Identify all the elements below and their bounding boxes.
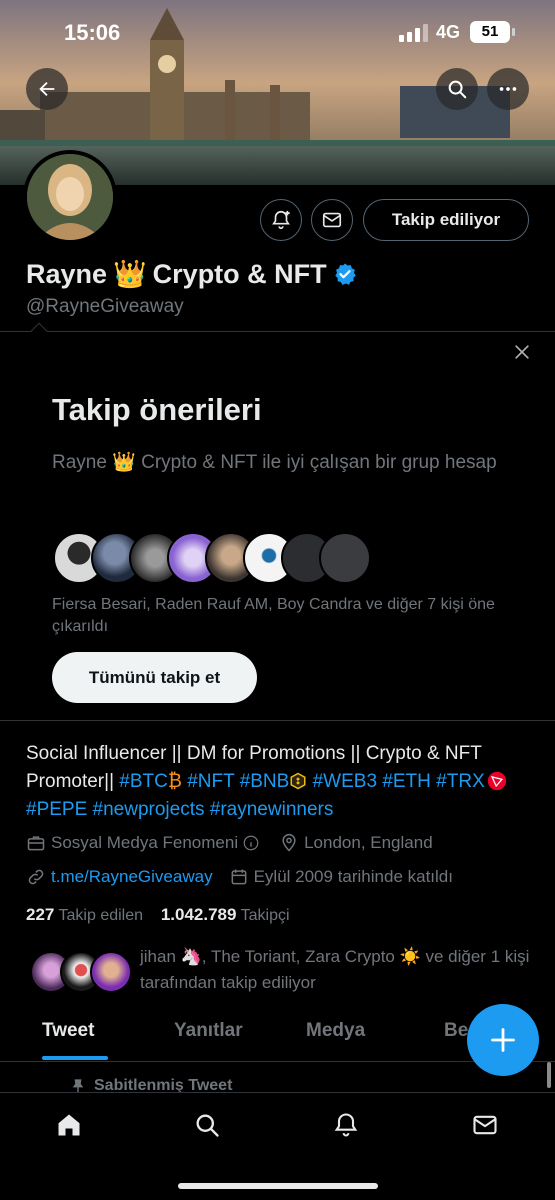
follow-all-button[interactable]: Tümünü takip et — [52, 652, 257, 703]
profile-location: London, England — [304, 833, 433, 852]
hashtag-link[interactable]: #NFT — [187, 771, 234, 792]
divider — [0, 1061, 555, 1062]
bell-plus-icon — [272, 210, 290, 230]
hashtag-link[interactable]: #BTC — [119, 771, 168, 792]
following-label: Takip edilen — [58, 907, 144, 924]
hashtag-link[interactable]: #raynewinners — [210, 799, 334, 820]
profile-bio: Social Influencer || DM for Promotions |… — [26, 740, 536, 824]
followers-count-link[interactable]: 1.042.789 Takipçi — [160, 905, 290, 924]
hashtag-link[interactable]: #ETH — [382, 771, 431, 792]
bnb-icon — [290, 772, 306, 790]
followed-by-text[interactable]: jihan 🦄, The Toriant, Zara Crypto ☀️ ve … — [140, 944, 535, 996]
verified-badge-icon[interactable] — [333, 262, 357, 286]
card-caret — [30, 322, 48, 340]
home-icon — [58, 1114, 80, 1136]
following-count-link[interactable]: 227 Takip edilen — [26, 905, 144, 924]
hashtag-link[interactable]: #TRX — [436, 771, 485, 792]
suggested-avatar[interactable] — [319, 532, 371, 584]
avatar-image — [27, 154, 113, 240]
message-button[interactable] — [311, 199, 353, 241]
follower-avatar — [90, 951, 132, 993]
nav-notifications[interactable] — [331, 1110, 361, 1140]
mail-icon — [473, 1115, 497, 1135]
following-count: 227 — [26, 905, 55, 924]
scrollbar[interactable] — [547, 1062, 551, 1088]
link-icon — [28, 869, 44, 885]
followers-count: 1.042.789 — [160, 905, 237, 924]
hashtag-link[interactable]: #BNB — [240, 771, 290, 792]
tab-tweets[interactable]: Tweet — [42, 1020, 94, 1042]
nav-messages[interactable] — [470, 1110, 500, 1140]
profile-joined: Eylül 2009 tarihinde katıldı — [253, 867, 453, 886]
profile-category: Sosyal Medya Fenomeni — [51, 833, 239, 852]
close-icon[interactable] — [512, 342, 532, 362]
info-icon[interactable] — [242, 834, 260, 852]
follow-suggestions-card: Takip önerileri Rayne 👑 Crypto & NFT ile… — [0, 322, 555, 720]
divider — [0, 720, 555, 721]
profile-meta-row: t.me/RayneGiveaway Eylül 2009 tarihinde … — [26, 867, 453, 887]
profile-handle: @RayneGiveaway — [26, 296, 184, 317]
profile-link[interactable]: t.me/RayneGiveaway — [51, 867, 213, 887]
hashtag-link[interactable]: #WEB3 — [313, 771, 377, 792]
hashtag-link[interactable]: #PEPE — [26, 799, 87, 820]
followers-label: Takipçi — [240, 907, 290, 924]
profile-name: Rayne 👑 Crypto & NFT — [26, 258, 357, 290]
crown-emoji: 👑 — [113, 259, 147, 289]
follow-counts: 227 Takip edilen 1.042.789 Takipçi — [26, 905, 290, 925]
suggestions-title: Takip önerileri — [52, 392, 262, 427]
suggestions-highlighted: Fiersa Besari, Raden Rauf AM, Boy Candra… — [52, 596, 495, 635]
active-tab-indicator — [42, 1056, 108, 1060]
calendar-icon — [231, 869, 246, 885]
more-button[interactable] — [487, 68, 529, 110]
nav-home[interactable] — [54, 1110, 84, 1140]
battery-icon: 51 — [470, 21, 515, 43]
btc-emoji: ₿ — [167, 771, 182, 792]
following-button[interactable]: Takip ediliyor — [363, 199, 529, 241]
profile-name-first: Rayne — [26, 258, 108, 289]
compose-button[interactable] — [467, 1004, 539, 1076]
briefcase-icon — [27, 836, 45, 851]
status-time: 15:06 — [64, 20, 121, 45]
avatar[interactable] — [23, 150, 117, 244]
hashtag-link[interactable]: #newprojects — [93, 799, 205, 820]
home-indicator[interactable] — [178, 1183, 378, 1189]
more-icon — [499, 87, 517, 91]
suggestions-description: Rayne 👑 Crypto & NFT ile iyi çalışan bir… — [52, 452, 497, 473]
search-icon — [448, 80, 467, 99]
signal-icon — [399, 24, 428, 42]
plus-icon — [491, 1028, 515, 1052]
tab-likes[interactable]: Be — [444, 1020, 468, 1042]
search-icon — [196, 1114, 219, 1137]
tab-replies[interactable]: Yanıtlar — [174, 1020, 243, 1042]
bell-icon — [334, 1113, 358, 1137]
tab-media[interactable]: Medya — [306, 1020, 365, 1042]
tron-icon — [487, 771, 506, 791]
mail-icon — [322, 212, 342, 228]
back-button[interactable] — [26, 68, 68, 110]
network-label: 4G — [436, 22, 461, 42]
nav-search[interactable] — [192, 1110, 222, 1140]
arrow-left-icon — [39, 81, 55, 97]
notify-button[interactable] — [260, 199, 302, 241]
search-button[interactable] — [436, 68, 478, 110]
status-bar: 15:06 4G 51 — [0, 0, 555, 68]
location-pin-icon — [282, 833, 296, 852]
profile-name-rest: Crypto & NFT — [152, 258, 327, 289]
profile-meta-row: Sosyal Medya Fenomeni London, England — [26, 833, 433, 853]
